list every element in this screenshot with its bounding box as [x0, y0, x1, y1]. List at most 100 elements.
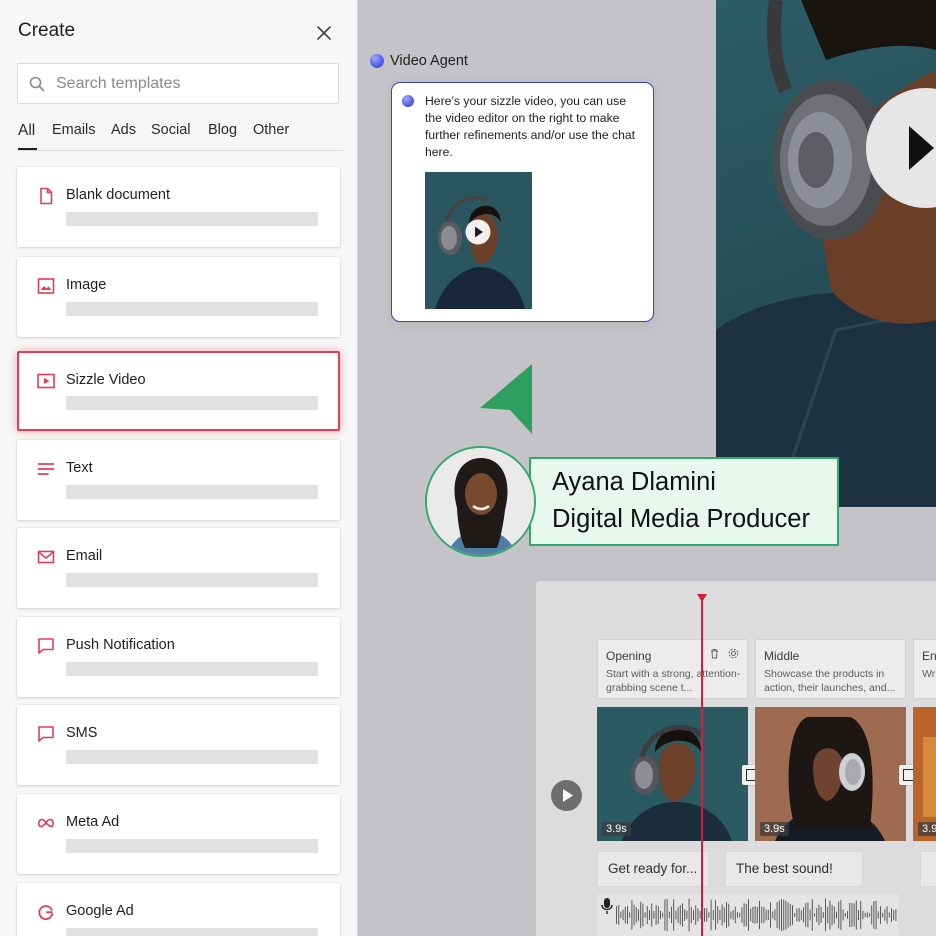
video-editor: Opening Start with a strong, attention-g…	[536, 581, 936, 936]
active-tab-indicator	[18, 148, 37, 150]
waveform-bar	[864, 912, 866, 917]
waveform-bar	[644, 912, 646, 918]
waveform-bar	[728, 903, 730, 927]
waveform-bar	[825, 898, 826, 932]
template-card-sms[interactable]: SMS	[17, 705, 340, 785]
waveform-bar	[803, 907, 804, 923]
waveform-bar	[778, 900, 780, 930]
search-input[interactable]	[56, 64, 336, 103]
waveform-bar	[869, 913, 870, 917]
template-card-push-notification[interactable]: Push Notification	[17, 617, 340, 697]
waveform-bar	[809, 909, 811, 921]
waveform-bar	[693, 910, 694, 920]
video-agent-label: Video Agent	[370, 53, 468, 69]
template-card-image[interactable]: Image	[17, 257, 340, 337]
waveform-bar	[690, 906, 692, 924]
tab-emails[interactable]: Emails	[52, 122, 96, 138]
template-label: Meta Ad	[66, 814, 120, 830]
waveform-bar	[620, 911, 622, 919]
waveform-bar	[715, 900, 716, 930]
timeline-clip[interactable]: 3.9s	[755, 707, 906, 841]
template-card-email[interactable]: Email	[17, 528, 340, 608]
template-preview-bar	[66, 573, 318, 587]
create-panel: Create All Emails Ads Social Blog Other …	[0, 0, 358, 936]
playhead[interactable]	[701, 597, 703, 936]
caption-clip[interactable]: Get ready for...	[597, 851, 709, 887]
template-preview-bar	[66, 928, 318, 936]
waveform-bar	[785, 900, 787, 930]
waveform-bar	[789, 903, 791, 927]
microphone-icon	[601, 898, 613, 914]
waveform-bar	[622, 909, 624, 921]
waveform-bar	[730, 911, 732, 919]
template-card-blank-document[interactable]: Blank document	[17, 167, 340, 247]
tab-social[interactable]: Social	[151, 122, 191, 138]
waveform-bar	[671, 906, 672, 924]
collaborator-role: Digital Media Producer	[552, 505, 810, 533]
waveform-bar	[723, 907, 725, 923]
hero-play-icon[interactable]	[864, 88, 936, 208]
template-card-sizzle-video[interactable]: Sizzle Video	[17, 351, 340, 431]
search-box	[17, 63, 339, 104]
tab-all[interactable]: All	[18, 122, 35, 140]
waveform-bar	[673, 899, 675, 931]
template-preview-bar	[66, 662, 318, 676]
caption-clip[interactable]: The best sound!	[725, 851, 863, 887]
template-label: Email	[66, 548, 103, 564]
waveform-bar	[695, 905, 697, 925]
waveform-bar	[895, 909, 897, 921]
waveform-bar	[761, 906, 763, 924]
waveform-bar	[805, 903, 807, 927]
waveform-bar	[820, 906, 822, 924]
collaborator-name: Ayana Dlamini	[552, 468, 716, 496]
segment-description: Start with a strong, attention-grabbing …	[606, 668, 741, 694]
waveform-bar	[726, 902, 727, 928]
waveform-bar	[655, 905, 657, 925]
template-preview-bar	[66, 302, 318, 316]
tab-blog[interactable]: Blog	[208, 122, 237, 138]
audio-waveform[interactable]	[598, 894, 898, 936]
waveform-bar	[776, 902, 778, 928]
gear-icon[interactable]	[728, 648, 739, 659]
waveform-bar	[800, 910, 802, 920]
segment-title: Opening	[606, 649, 652, 663]
video-icon	[37, 373, 55, 389]
waveform-bar	[875, 900, 877, 930]
waveform-bar	[787, 902, 789, 928]
caption-clip[interactable]	[920, 851, 936, 887]
waveform-bar	[629, 912, 631, 918]
video-thumbnail[interactable]	[425, 172, 532, 309]
waveform-bar	[662, 912, 664, 918]
waveform-bar	[794, 913, 796, 917]
tab-ads[interactable]: Ads	[111, 122, 136, 138]
play-icon	[563, 789, 573, 802]
waveform-bar	[743, 903, 745, 927]
segment-card[interactable]: Middle Showcase the products in action, …	[755, 639, 906, 699]
waveform-bar	[624, 906, 626, 924]
timeline-play-button[interactable]	[551, 780, 582, 811]
waveform-bar	[853, 903, 855, 927]
segment-card[interactable]: En Wr clo	[913, 639, 936, 699]
segment-card[interactable]: Opening Start with a strong, attention-g…	[597, 639, 748, 699]
waveform-bar	[682, 903, 683, 927]
tab-other[interactable]: Other	[253, 122, 289, 138]
timeline-clip[interactable]: 3.9	[913, 707, 936, 841]
template-label: Blank document	[66, 187, 170, 203]
waveform-bar	[668, 911, 670, 919]
template-card-text[interactable]: Text	[17, 440, 340, 520]
waveform-bar	[792, 905, 793, 925]
waveform-bar	[798, 908, 800, 922]
template-card-meta-ad[interactable]: Meta Ad	[17, 794, 340, 874]
waveform-bar	[638, 909, 639, 921]
template-card-google-ad[interactable]: Google Ad	[17, 883, 340, 936]
avatar	[425, 446, 536, 557]
trash-icon[interactable]	[709, 648, 720, 659]
waveform-bar	[765, 909, 767, 921]
waveform-bar	[627, 905, 628, 925]
template-tabs: All Emails Ads Social Blog Other	[18, 120, 343, 151]
google-icon	[38, 905, 54, 920]
waveform-bar	[831, 904, 833, 926]
timeline-clip[interactable]: 3.9s	[597, 707, 748, 841]
template-preview-bar	[66, 485, 318, 499]
close-icon[interactable]	[313, 22, 335, 44]
